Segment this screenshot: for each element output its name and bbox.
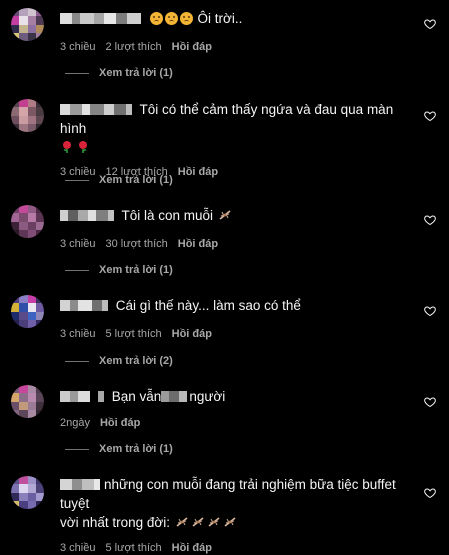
comment-time: 3 chiều (60, 238, 96, 250)
view-replies-button[interactable]: Xem trả lời (1) (65, 263, 173, 277)
comment-body: Tôi là con muỗi (60, 206, 409, 225)
comment-text: Bạn vẫn (111, 389, 162, 404)
reply-button[interactable]: Hồi đáp (172, 41, 212, 53)
view-replies-label: Xem trả lời (1) (99, 174, 173, 186)
comment-text: Tôi là con muỗi (121, 208, 214, 223)
mosquito-emoji (219, 210, 231, 221)
comment-body: Tôi có thể cảm thấy ngứa và đau qua màn … (60, 100, 409, 138)
mosquito-emoji (176, 517, 188, 528)
reply-line (65, 360, 89, 362)
view-replies-label: Xem trả lời (1) (99, 67, 173, 79)
reply-line (65, 269, 89, 271)
comment-time: 3 chiều (60, 328, 96, 340)
reply-line (65, 448, 89, 450)
view-replies-button[interactable]: Xem trả lời (2) (65, 354, 173, 368)
comment-body: Bạn vẫn người (60, 387, 409, 406)
comment-time: 3 chiều (60, 542, 96, 554)
avatar[interactable] (11, 295, 44, 328)
comment-meta: 3 chiều 30 lượt thích Hồi đáp (60, 237, 409, 251)
avatar[interactable] (11, 476, 44, 509)
heart-icon[interactable] (424, 396, 436, 408)
view-replies-button[interactable]: Xem trả lời (1) (65, 66, 173, 80)
avatar[interactable] (11, 8, 44, 41)
view-replies-label: Xem trả lời (1) (99, 443, 173, 455)
reply-button[interactable]: Hồi đáp (178, 238, 218, 250)
comment-time: 2ngày (60, 417, 90, 429)
comment-body: Cái gì thế này... làm sao có thể (60, 296, 409, 315)
like-count[interactable]: 5 lượt thích (105, 542, 161, 554)
reply-button[interactable]: Hồi đáp (172, 328, 212, 340)
view-replies-label: Xem trả lời (2) (99, 355, 173, 367)
like-count[interactable]: 30 lượt thích (105, 238, 167, 250)
avatar[interactable] (11, 99, 44, 132)
comment-text: Cái gì thế này... làm sao có thể (115, 298, 301, 313)
view-replies-label: Xem trả lời (1) (99, 264, 173, 276)
comment-time: 3 chiều (60, 41, 96, 53)
username-blurred[interactable] (60, 103, 132, 115)
reply-line (65, 72, 89, 74)
comment-text: người (189, 389, 226, 404)
mosquito-emoji (208, 517, 220, 528)
heart-icon[interactable] (424, 487, 436, 499)
like-count[interactable]: 2 lượt thích (105, 41, 161, 53)
mosquito-emoji (224, 517, 236, 528)
reply-button[interactable]: Hồi đáp (178, 166, 218, 178)
rose-emoji (79, 141, 87, 154)
comment-meta: 2ngày Hồi đáp (60, 416, 409, 430)
comment-text: vời nhất trong đời: (60, 515, 171, 530)
username-blurred[interactable] (60, 299, 108, 311)
comment-text: những con muỗi đang trải nghiệm bữa tiệc… (60, 477, 396, 511)
comment-emojis (60, 138, 409, 157)
username-blurred[interactable] (60, 390, 104, 402)
reply-button[interactable]: Hồi đáp (172, 542, 212, 554)
username-blurred[interactable] (60, 12, 141, 24)
worried-face-emoji (164, 11, 178, 25)
comment-body-line2: vời nhất trong đời: (60, 513, 409, 532)
blurred-text (161, 390, 188, 402)
comment-meta: 3 chiều 5 lượt thích Hồi đáp (60, 327, 409, 341)
heart-icon[interactable] (424, 110, 436, 122)
heart-icon[interactable] (424, 305, 436, 317)
reply-line (65, 179, 89, 181)
heart-icon[interactable] (424, 214, 436, 226)
heart-icon[interactable] (424, 18, 436, 30)
comment-body: Ôi trời.. (60, 9, 409, 28)
comment-body: những con muỗi đang trải nghiệm bữa tiệc… (60, 475, 409, 513)
view-replies-button[interactable]: Xem trả lời (1) (65, 442, 173, 456)
like-count[interactable]: 5 lượt thích (105, 328, 161, 340)
username-blurred[interactable] (60, 478, 100, 490)
comment-text: Ôi trời.. (197, 11, 243, 26)
worried-face-emoji (149, 11, 163, 25)
avatar[interactable] (11, 385, 44, 418)
avatar[interactable] (11, 205, 44, 238)
comment-meta: 3 chiều 5 lượt thích Hồi đáp (60, 541, 409, 555)
username-blurred[interactable] (60, 209, 114, 221)
view-replies-button[interactable]: Xem trả lời (1) (65, 173, 173, 187)
worried-face-emoji (179, 11, 193, 25)
comment-meta: 3 chiều 2 lượt thích Hồi đáp (60, 40, 409, 54)
reply-button[interactable]: Hồi đáp (100, 417, 140, 429)
mosquito-emoji (192, 517, 204, 528)
rose-emoji (63, 141, 71, 154)
